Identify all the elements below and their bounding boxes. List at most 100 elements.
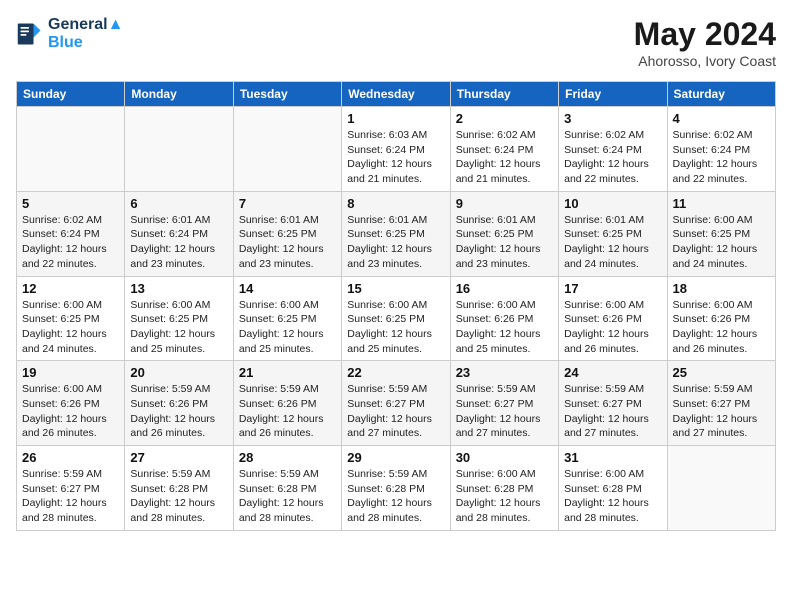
day-number: 17 <box>564 281 661 296</box>
day-number: 5 <box>22 196 119 211</box>
day-info: Sunrise: 5:59 AMSunset: 6:27 PMDaylight:… <box>564 382 661 441</box>
calendar-day-cell: 20 Sunrise: 5:59 AMSunset: 6:26 PMDayligh… <box>125 361 233 446</box>
day-info: Sunrise: 6:02 AMSunset: 6:24 PMDaylight:… <box>673 128 770 187</box>
day-info: Sunrise: 5:59 AMSunset: 6:26 PMDaylight:… <box>130 382 227 441</box>
day-number: 23 <box>456 365 553 380</box>
day-info: Sunrise: 6:00 AMSunset: 6:25 PMDaylight:… <box>239 298 336 357</box>
day-info: Sunrise: 6:00 AMSunset: 6:26 PMDaylight:… <box>564 298 661 357</box>
calendar-day-cell: 4 Sunrise: 6:02 AMSunset: 6:24 PMDaylight… <box>667 107 775 192</box>
day-info: Sunrise: 5:59 AMSunset: 6:28 PMDaylight:… <box>347 467 444 526</box>
calendar-week-row: 1 Sunrise: 6:03 AMSunset: 6:24 PMDaylight… <box>17 107 776 192</box>
page-header: General▲ Blue May 2024 Ahorosso, Ivory C… <box>16 16 776 69</box>
day-info: Sunrise: 6:00 AMSunset: 6:26 PMDaylight:… <box>673 298 770 357</box>
weekday-header-row: SundayMondayTuesdayWednesdayThursdayFrid… <box>17 82 776 107</box>
calendar-day-cell: 26 Sunrise: 5:59 AMSunset: 6:27 PMDayligh… <box>17 446 125 531</box>
location-subtitle: Ahorosso, Ivory Coast <box>634 53 776 69</box>
calendar-day-cell: 9Sunrise: 6:01 AMSunset: 6:25 PMDaylight… <box>450 191 558 276</box>
day-info: Sunrise: 5:59 AMSunset: 6:27 PMDaylight:… <box>347 382 444 441</box>
calendar-day-cell: 12Sunrise: 6:00 AMSunset: 6:25 PMDayligh… <box>17 276 125 361</box>
calendar-day-cell: 11 Sunrise: 6:00 AMSunset: 6:25 PMDayligh… <box>667 191 775 276</box>
day-info: Sunrise: 6:01 AMSunset: 6:25 PMDaylight:… <box>564 213 661 272</box>
day-number: 16 <box>456 281 553 296</box>
calendar-empty-cell <box>17 107 125 192</box>
day-number: 2 <box>456 111 553 126</box>
calendar-day-cell: 5Sunrise: 6:02 AMSunset: 6:24 PMDaylight… <box>17 191 125 276</box>
day-number: 24 <box>564 365 661 380</box>
calendar-day-cell: 1 Sunrise: 6:03 AMSunset: 6:24 PMDaylight… <box>342 107 450 192</box>
calendar-day-cell: 19Sunrise: 6:00 AMSunset: 6:26 PMDayligh… <box>17 361 125 446</box>
month-year-title: May 2024 <box>634 16 776 53</box>
day-info: Sunrise: 5:59 AMSunset: 6:27 PMDaylight:… <box>22 467 119 526</box>
calendar-day-cell: 8Sunrise: 6:01 AMSunset: 6:25 PMDaylight… <box>342 191 450 276</box>
calendar-day-cell: 10 Sunrise: 6:01 AMSunset: 6:25 PMDayligh… <box>559 191 667 276</box>
day-info: Sunrise: 6:00 AMSunset: 6:26 PMDaylight:… <box>456 298 553 357</box>
day-number: 29 <box>347 450 444 465</box>
calendar-day-cell: 6Sunrise: 6:01 AMSunset: 6:24 PMDaylight… <box>125 191 233 276</box>
day-number: 7 <box>239 196 336 211</box>
logo-text: General▲ Blue <box>48 16 123 51</box>
day-info: Sunrise: 6:02 AMSunset: 6:24 PMDaylight:… <box>564 128 661 187</box>
calendar-day-cell: 15 Sunrise: 6:00 AMSunset: 6:25 PMDayligh… <box>342 276 450 361</box>
calendar-empty-cell <box>233 107 341 192</box>
calendar-day-cell: 18 Sunrise: 6:00 AMSunset: 6:26 PMDayligh… <box>667 276 775 361</box>
calendar-day-cell: 17 Sunrise: 6:00 AMSunset: 6:26 PMDayligh… <box>559 276 667 361</box>
calendar-day-cell: 28 Sunrise: 5:59 AMSunset: 6:28 PMDayligh… <box>233 446 341 531</box>
day-info: Sunrise: 5:59 AMSunset: 6:26 PMDaylight:… <box>239 382 336 441</box>
calendar-day-cell: 13 Sunrise: 6:00 AMSunset: 6:25 PMDayligh… <box>125 276 233 361</box>
day-info: Sunrise: 5:59 AMSunset: 6:27 PMDaylight:… <box>673 382 770 441</box>
calendar-day-cell: 14 Sunrise: 6:00 AMSunset: 6:25 PMDayligh… <box>233 276 341 361</box>
day-number: 26 <box>22 450 119 465</box>
day-number: 8 <box>347 196 444 211</box>
weekday-header-wednesday: Wednesday <box>342 82 450 107</box>
calendar-day-cell: 27 Sunrise: 5:59 AMSunset: 6:28 PMDayligh… <box>125 446 233 531</box>
calendar-day-cell: 16 Sunrise: 6:00 AMSunset: 6:26 PMDayligh… <box>450 276 558 361</box>
calendar-empty-cell <box>667 446 775 531</box>
day-info: Sunrise: 6:01 AMSunset: 6:25 PMDaylight:… <box>239 213 336 272</box>
day-info: Sunrise: 6:00 AMSunset: 6:25 PMDaylight:… <box>22 298 119 357</box>
calendar-day-cell: 21Sunrise: 5:59 AMSunset: 6:26 PMDayligh… <box>233 361 341 446</box>
day-number: 1 <box>347 111 444 126</box>
weekday-header-friday: Friday <box>559 82 667 107</box>
calendar-day-cell: 2 Sunrise: 6:02 AMSunset: 6:24 PMDaylight… <box>450 107 558 192</box>
day-number: 20 <box>130 365 227 380</box>
day-info: Sunrise: 5:59 AMSunset: 6:28 PMDaylight:… <box>239 467 336 526</box>
weekday-header-saturday: Saturday <box>667 82 775 107</box>
day-number: 18 <box>673 281 770 296</box>
day-number: 28 <box>239 450 336 465</box>
day-number: 15 <box>347 281 444 296</box>
day-info: Sunrise: 5:59 AMSunset: 6:27 PMDaylight:… <box>456 382 553 441</box>
day-number: 14 <box>239 281 336 296</box>
calendar-table: SundayMondayTuesdayWednesdayThursdayFrid… <box>16 81 776 531</box>
day-number: 30 <box>456 450 553 465</box>
day-number: 3 <box>564 111 661 126</box>
day-info: Sunrise: 5:59 AMSunset: 6:28 PMDaylight:… <box>130 467 227 526</box>
calendar-week-row: 19Sunrise: 6:00 AMSunset: 6:26 PMDayligh… <box>17 361 776 446</box>
calendar-day-cell: 22 Sunrise: 5:59 AMSunset: 6:27 PMDayligh… <box>342 361 450 446</box>
day-info: Sunrise: 6:00 AMSunset: 6:28 PMDaylight:… <box>564 467 661 526</box>
day-info: Sunrise: 6:00 AMSunset: 6:25 PMDaylight:… <box>673 213 770 272</box>
day-number: 11 <box>673 196 770 211</box>
day-number: 10 <box>564 196 661 211</box>
day-info: Sunrise: 6:03 AMSunset: 6:24 PMDaylight:… <box>347 128 444 187</box>
day-info: Sunrise: 6:00 AMSunset: 6:25 PMDaylight:… <box>130 298 227 357</box>
day-info: Sunrise: 6:00 AMSunset: 6:26 PMDaylight:… <box>22 382 119 441</box>
day-number: 13 <box>130 281 227 296</box>
logo: General▲ Blue <box>16 16 123 51</box>
day-number: 27 <box>130 450 227 465</box>
calendar-day-cell: 30Sunrise: 6:00 AMSunset: 6:28 PMDayligh… <box>450 446 558 531</box>
day-info: Sunrise: 6:02 AMSunset: 6:24 PMDaylight:… <box>456 128 553 187</box>
logo-icon <box>16 20 44 48</box>
calendar-day-cell: 29 Sunrise: 5:59 AMSunset: 6:28 PMDayligh… <box>342 446 450 531</box>
calendar-day-cell: 7 Sunrise: 6:01 AMSunset: 6:25 PMDaylight… <box>233 191 341 276</box>
weekday-header-thursday: Thursday <box>450 82 558 107</box>
day-number: 4 <box>673 111 770 126</box>
weekday-header-sunday: Sunday <box>17 82 125 107</box>
day-number: 22 <box>347 365 444 380</box>
weekday-header-tuesday: Tuesday <box>233 82 341 107</box>
day-number: 6 <box>130 196 227 211</box>
day-info: Sunrise: 6:00 AMSunset: 6:25 PMDaylight:… <box>347 298 444 357</box>
calendar-week-row: 12Sunrise: 6:00 AMSunset: 6:25 PMDayligh… <box>17 276 776 361</box>
calendar-day-cell: 25Sunrise: 5:59 AMSunset: 6:27 PMDayligh… <box>667 361 775 446</box>
calendar-day-cell: 23 Sunrise: 5:59 AMSunset: 6:27 PMDayligh… <box>450 361 558 446</box>
calendar-week-row: 5Sunrise: 6:02 AMSunset: 6:24 PMDaylight… <box>17 191 776 276</box>
